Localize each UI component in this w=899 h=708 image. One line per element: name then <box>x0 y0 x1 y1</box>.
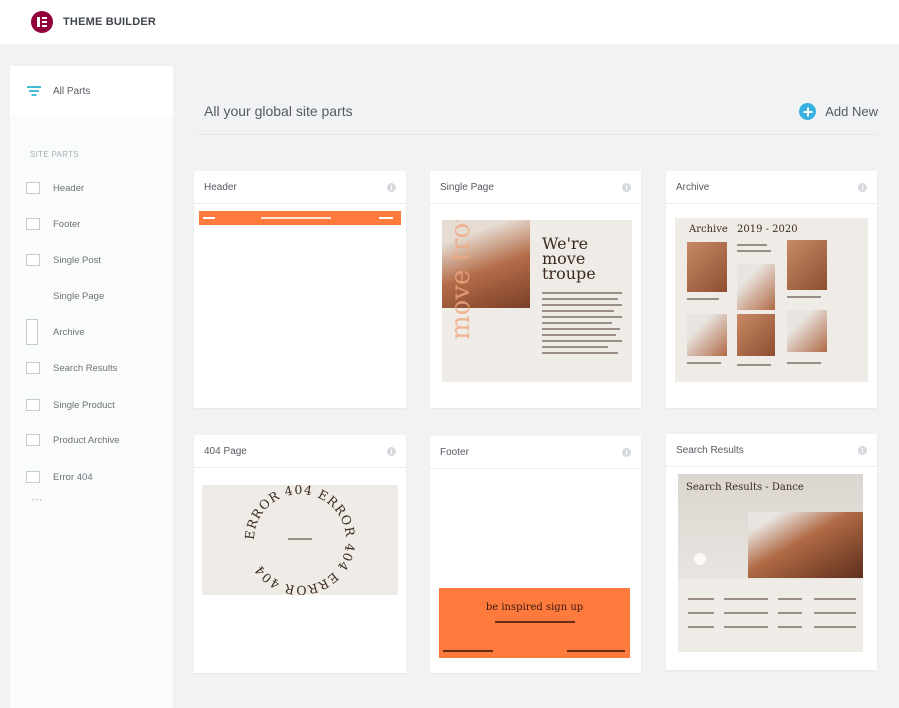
divider <box>197 134 877 135</box>
sidebar-item-label: Archive <box>53 326 85 338</box>
header-preview <box>199 211 401 225</box>
sidebar-item-label: Footer <box>53 218 81 230</box>
single-product-icon <box>26 399 40 411</box>
sidebar-item-product-archive[interactable]: Product Archive <box>26 430 120 450</box>
footer-preview: be inspired sign up <box>439 588 630 658</box>
card-title: Single Page <box>440 181 494 193</box>
sidebar-item-header[interactable]: Header <box>26 178 84 198</box>
footer-icon <box>26 218 40 230</box>
error-404-preview: ERROR 404 ERROR 404 ERROR 404 <box>202 485 398 595</box>
add-new-label: Add New <box>825 104 878 119</box>
sidebar-item-label: Single Post <box>53 254 102 266</box>
plus-circle-icon <box>799 103 817 120</box>
card-title: 404 Page <box>204 445 247 457</box>
sidebar-item-label: Error 404 <box>53 471 93 483</box>
search-heading: Search Results - Dance <box>686 482 804 493</box>
sidebar-item-single-post[interactable]: Single Post <box>26 250 101 270</box>
top-bar: THEME BUILDER <box>0 0 899 44</box>
sidebar-item-label: Single Page <box>53 290 105 302</box>
info-icon[interactable] <box>858 182 867 192</box>
archive-icon <box>26 319 38 345</box>
search-results-preview: Search Results - Dance <box>678 474 863 652</box>
sidebar-item-footer[interactable]: Footer <box>26 214 80 234</box>
sidebar-item-single-page[interactable]: Single Page <box>26 286 104 306</box>
footer-cta: be inspired sign up <box>485 602 584 613</box>
single-post-icon <box>26 254 40 266</box>
sidebar-item-error-404[interactable]: Error 404 <box>26 467 93 487</box>
add-new-button[interactable]: Add New <box>799 103 878 120</box>
sidebar-item-label: Product Archive <box>53 434 120 446</box>
archive-years: 2019 - 2020 <box>737 224 798 235</box>
card-footer[interactable]: Footer be inspired sign up <box>430 436 641 673</box>
info-icon[interactable] <box>622 182 631 192</box>
card-title: Search Results <box>676 444 744 456</box>
app-title: THEME BUILDER <box>63 16 157 28</box>
site-parts-heading: SITE PARTS <box>30 150 79 159</box>
card-404-page[interactable]: 404 Page ERROR 404 ERROR 404 ERROR 404 <box>194 435 406 673</box>
card-title: Header <box>204 181 237 193</box>
info-icon[interactable] <box>387 446 396 456</box>
card-single-page[interactable]: Single Page move troupe We're move troup… <box>430 171 641 408</box>
single-page-preview: move troupe We're move troupe <box>442 220 632 382</box>
sidebar-item-search-results[interactable]: Search Results <box>26 358 117 378</box>
sidebar-item-label: Header <box>53 182 85 194</box>
sidebar-item-archive[interactable]: Archive <box>26 319 85 345</box>
info-icon[interactable] <box>387 182 396 192</box>
all-parts-label: All Parts <box>53 85 91 97</box>
preview-heading: We're move troupe <box>542 234 596 283</box>
sidebar-item-single-product[interactable]: Single Product <box>26 395 115 415</box>
info-icon[interactable] <box>622 447 631 457</box>
sidebar-more-indicator: • • • <box>32 498 42 504</box>
filter-icon <box>27 86 41 96</box>
search-results-icon <box>26 362 40 374</box>
sidebar-item-label: Search Results <box>53 362 118 374</box>
card-header[interactable]: Header <box>194 171 406 408</box>
sidebar-item-label: Single Product <box>53 399 115 411</box>
card-title: Archive <box>676 181 710 193</box>
card-title: Footer <box>440 446 469 458</box>
error-404-icon <box>26 471 40 483</box>
info-icon[interactable] <box>858 445 867 455</box>
archive-preview: Archive 2019 - 2020 <box>675 218 868 382</box>
archive-heading: Archive <box>689 224 728 235</box>
page-title: All your global site parts <box>204 103 353 119</box>
card-archive[interactable]: Archive Archive 2019 - 2020 <box>666 171 877 408</box>
elementor-logo-icon <box>31 11 53 33</box>
error-ring-graphic: ERROR 404 ERROR 404 ERROR 404 <box>242 485 357 595</box>
sidebar: All Parts SITE PARTS Header Footer Singl… <box>10 66 173 708</box>
product-archive-icon <box>26 434 40 446</box>
sidebar-item-all-parts[interactable]: All Parts <box>10 66 173 116</box>
vertical-title: move troupe <box>446 220 476 340</box>
header-icon <box>26 182 40 194</box>
card-search-results[interactable]: Search Results Search Results - Dance <box>666 434 877 670</box>
